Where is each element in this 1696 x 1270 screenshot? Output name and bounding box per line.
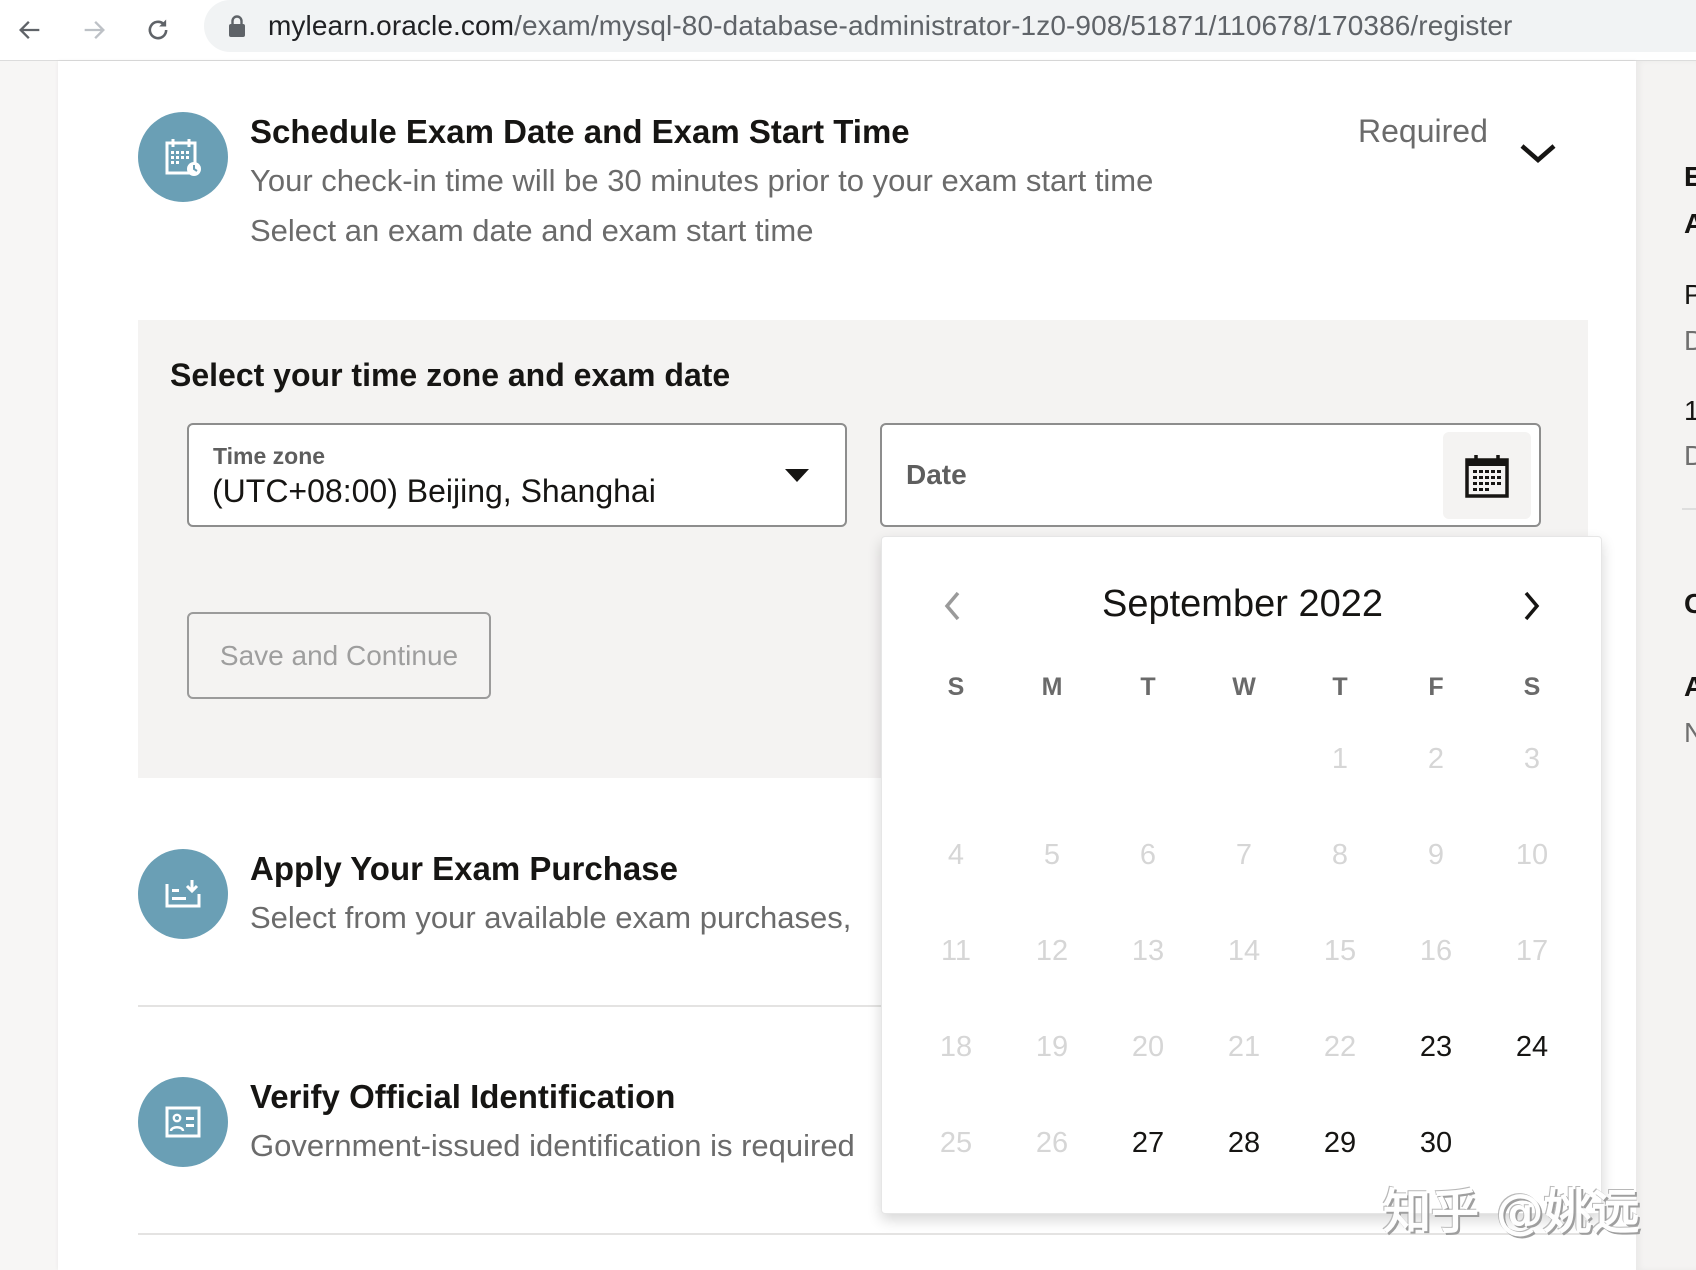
calendar-day: 2 [1427,743,1445,775]
next-month-button[interactable] [1512,583,1552,629]
calendar-day[interactable]: 24 [1502,1017,1562,1077]
calendar-day: 25 [939,1127,973,1159]
summary-divider [1682,508,1696,510]
calendar-day: 16 [1419,935,1453,967]
date-placeholder: Date [906,459,967,490]
weekday-header: T [1140,673,1156,701]
watermark: 知乎 @姚远 [1383,1184,1640,1240]
calendar-icon [1465,454,1509,498]
calendar-day: 18 [939,1031,973,1063]
calendar-day[interactable]: 23 [1406,1017,1466,1077]
summary-line: P [1684,279,1696,310]
calendar-day: 17 [1515,935,1549,967]
step-title-schedule: Schedule Exam Date and Exam Start Time [250,113,910,150]
required-badge: Required [1358,113,1488,149]
exam-summary-panel: E A P D 1 D C A N [1636,61,1696,1270]
form-heading: Select your time zone and exam date [170,357,731,393]
calendar-day[interactable]: 30 [1406,1113,1466,1173]
date-input[interactable]: Date [880,423,1541,527]
date-picker-popup: September 2022 S M T W T F S 1 2 3 4 5 6 7 8 9 10… [881,536,1602,1214]
timezone-select[interactable]: Time zone (UTC+08:00) Beijing, Shanghai [187,423,847,527]
step-subtitle-identification: Government-issued identification is requ… [250,1128,855,1163]
weekday-header: M [1041,673,1063,701]
summary-line: D [1684,440,1696,471]
calendar-day[interactable]: 27 [1118,1113,1178,1173]
calendar-day: 13 [1131,935,1165,967]
caret-down-icon [785,469,809,482]
weekday-header: F [1428,673,1444,701]
left-gutter [0,61,58,1270]
step-icon-purchase [138,849,228,939]
step-icon-identification [138,1077,228,1167]
step-title-identification: Verify Official Identification [250,1078,676,1115]
timezone-value: (UTC+08:00) Beijing, Shanghai [212,473,656,509]
chevron-right-icon [1524,591,1540,621]
summary-line: A [1684,671,1696,702]
chevron-down-icon [1520,144,1556,163]
step-icon-schedule [138,112,228,202]
forward-arrow-icon [84,21,105,39]
forward-button[interactable] [72,8,116,52]
calendar-day: 19 [1035,1031,1069,1063]
summary-line: D [1684,325,1696,356]
summary-line: A [1684,208,1696,239]
address-bar[interactable]: mylearn.oracle.com/exam/mysql-80-databas… [204,0,1696,52]
calendar-day[interactable]: 28 [1214,1113,1274,1173]
reload-icon [148,19,168,40]
weekday-header: S [947,673,965,701]
summary-line: 1 [1684,395,1696,426]
url-path: /exam/mysql-80-database-administrator-1z… [514,10,1513,41]
step-title-purchase: Apply Your Exam Purchase [250,850,678,887]
id-card-icon [165,1106,201,1138]
open-calendar-button[interactable] [1443,432,1531,519]
step-subtitle-purchase: Select from your available exam purchase… [250,900,852,935]
calendar-day: 7 [1235,839,1253,871]
summary-line: C [1684,588,1696,619]
summary-line: N [1684,717,1696,748]
back-arrow-icon [19,21,40,39]
calendar-day: 9 [1427,839,1445,871]
calendar-day: 8 [1331,839,1349,871]
weekday-header: W [1232,673,1256,701]
lock-icon [229,15,245,37]
calendar-day: 12 [1035,935,1069,967]
reload-button[interactable] [136,8,180,52]
calendar-day: 20 [1131,1031,1165,1063]
calendar-day: 22 [1323,1031,1357,1063]
url-host: mylearn.oracle.com [268,10,515,41]
calendar-day: 26 [1035,1127,1069,1159]
calendar-day: 11 [940,935,972,967]
calendar-day[interactable]: 29 [1310,1113,1370,1173]
save-and-continue-button[interactable]: Save and Continue [187,612,491,699]
collapse-toggle[interactable] [1516,136,1560,172]
section-divider [138,1233,1588,1235]
summary-line: E [1684,161,1696,192]
calendar-clock-icon [165,139,201,176]
url-text: mylearn.oracle.com/exam/mysql-80-databas… [268,10,1512,42]
browser-toolbar: mylearn.oracle.com/exam/mysql-80-databas… [0,0,1696,61]
weekday-header: S [1523,673,1541,701]
weekday-header: T [1332,673,1348,701]
calendar-day: 21 [1227,1031,1261,1063]
calendar-day: 15 [1323,935,1357,967]
calendar-day: 4 [947,839,965,871]
calendar-day: 10 [1515,839,1549,871]
back-button[interactable] [8,8,52,52]
timezone-label: Time zone [213,443,326,469]
calendar-day: 14 [1227,935,1261,967]
step-subtitle-schedule-1: Your check-in time will be 30 minutes pr… [250,163,1154,198]
calendar-day: 3 [1523,743,1541,775]
calendar-day: 5 [1043,839,1061,871]
calendar-month-label: September 2022 [1102,583,1383,625]
step-subtitle-schedule-2: Select an exam date and exam start time [250,213,814,248]
voucher-download-icon [165,880,201,908]
calendar-day: 6 [1139,839,1157,871]
calendar-day: 1 [1331,743,1349,775]
